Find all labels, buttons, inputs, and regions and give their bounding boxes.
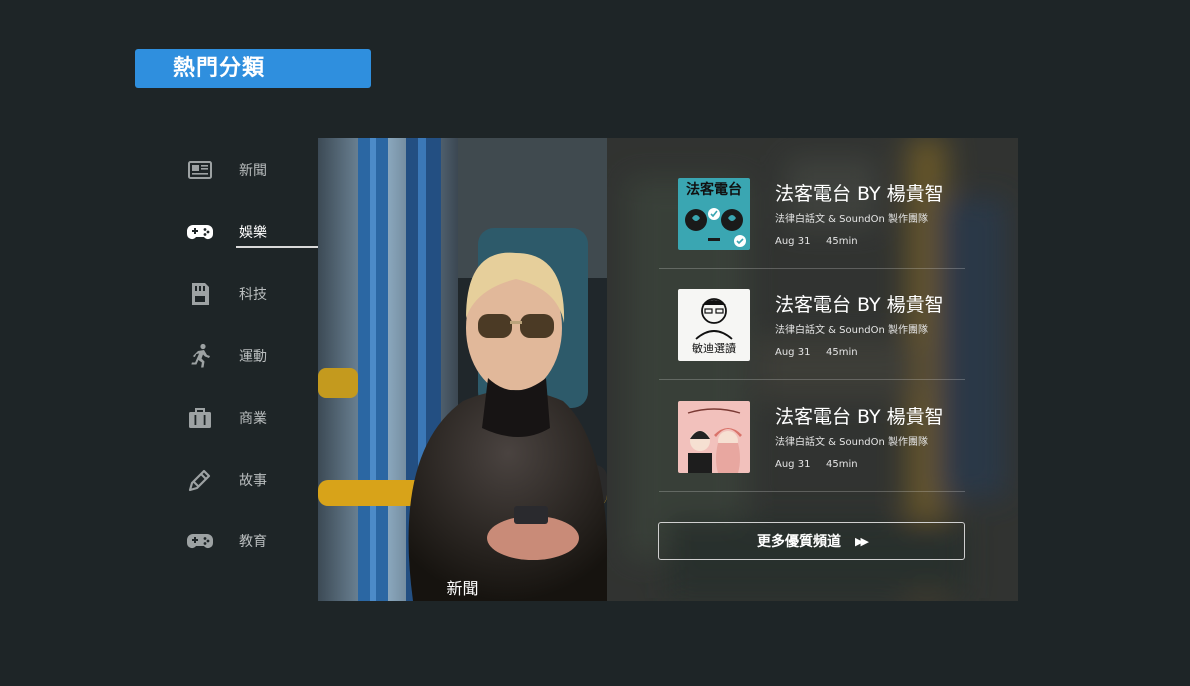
- briefcase-icon: [180, 398, 220, 438]
- category-item-business[interactable]: 商業: [180, 398, 320, 438]
- episode-date: Aug 31: [775, 347, 811, 358]
- newspaper-icon: [180, 150, 220, 190]
- episode-subtitle: 法律白話文 & SoundOn 製作團隊: [775, 437, 929, 448]
- episode-date: Aug 31: [775, 459, 811, 470]
- episode-title: 法客電台 BY 楊貴智: [775, 406, 944, 428]
- category-label: 科技: [239, 287, 267, 303]
- divider: [659, 491, 965, 492]
- bus-passenger-photo: [318, 138, 607, 601]
- category-item-education[interactable]: 教育: [180, 521, 320, 561]
- feature-image[interactable]: 新聞: [318, 138, 607, 601]
- episode-item[interactable]: 法客電台 BY 楊貴智 法律白話文 & SoundOn 製作團隊 Aug 31 …: [659, 361, 965, 492]
- fast-forward-icon: ▶▶: [855, 534, 869, 548]
- more-channels-button[interactable]: 更多優質頻道 ▶▶: [658, 522, 965, 560]
- category-label: 教育: [239, 534, 267, 550]
- category-label: 運動: [239, 349, 267, 365]
- category-item-story[interactable]: 故事: [180, 460, 320, 500]
- episode-item[interactable]: 法客電台 法客電台 BY 楊貴智 法律白話文 & SoundOn 製作團隊 Au…: [659, 138, 965, 269]
- episode-duration: 45min: [826, 347, 858, 358]
- gamepad-icon: [180, 212, 220, 252]
- category-label: 故事: [239, 473, 267, 489]
- running-icon: [180, 336, 220, 376]
- episode-duration: 45min: [826, 236, 858, 247]
- episode-cover: 敏迪選讀: [678, 289, 750, 361]
- episode-date: Aug 31: [775, 236, 811, 247]
- active-underline: [236, 246, 318, 248]
- gamepad-icon: [180, 521, 220, 561]
- episode-cover: 法客電台: [678, 178, 750, 250]
- feature-caption: 新聞: [446, 579, 479, 598]
- more-channels-label: 更多優質頻道: [757, 534, 842, 550]
- cover-text: 法客電台: [686, 181, 742, 198]
- episode-duration: 45min: [826, 459, 858, 470]
- category-label: 商業: [239, 411, 267, 427]
- pencil-icon: [180, 460, 220, 500]
- episode-title: 法客電台 BY 楊貴智: [775, 294, 944, 316]
- category-item-news[interactable]: 新聞: [180, 150, 320, 190]
- episode-subtitle: 法律白話文 & SoundOn 製作團隊: [775, 325, 929, 336]
- category-label: 娛樂: [239, 225, 267, 241]
- category-item-sports[interactable]: 運動: [180, 336, 320, 376]
- episode-subtitle: 法律白話文 & SoundOn 製作團隊: [775, 214, 929, 225]
- episode-title: 法客電台 BY 楊貴智: [775, 183, 944, 205]
- category-label: 新聞: [239, 163, 267, 179]
- episode-cover: [678, 401, 750, 473]
- podcast-list-panel: 法客電台 法客電台 BY 楊貴智 法律白話文 & SoundOn 製作團隊 Au…: [607, 138, 1018, 601]
- sd-card-icon: [180, 274, 220, 314]
- category-item-tech[interactable]: 科技: [180, 274, 320, 314]
- page-title: 熱門分類: [135, 49, 371, 88]
- category-item-entertainment[interactable]: 娛樂: [180, 212, 320, 252]
- episode-item[interactable]: 敏迪選讀 法客電台 BY 楊貴智 法律白話文 & SoundOn 製作團隊 Au…: [659, 249, 965, 380]
- cover-text: 敏迪選讀: [692, 341, 736, 355]
